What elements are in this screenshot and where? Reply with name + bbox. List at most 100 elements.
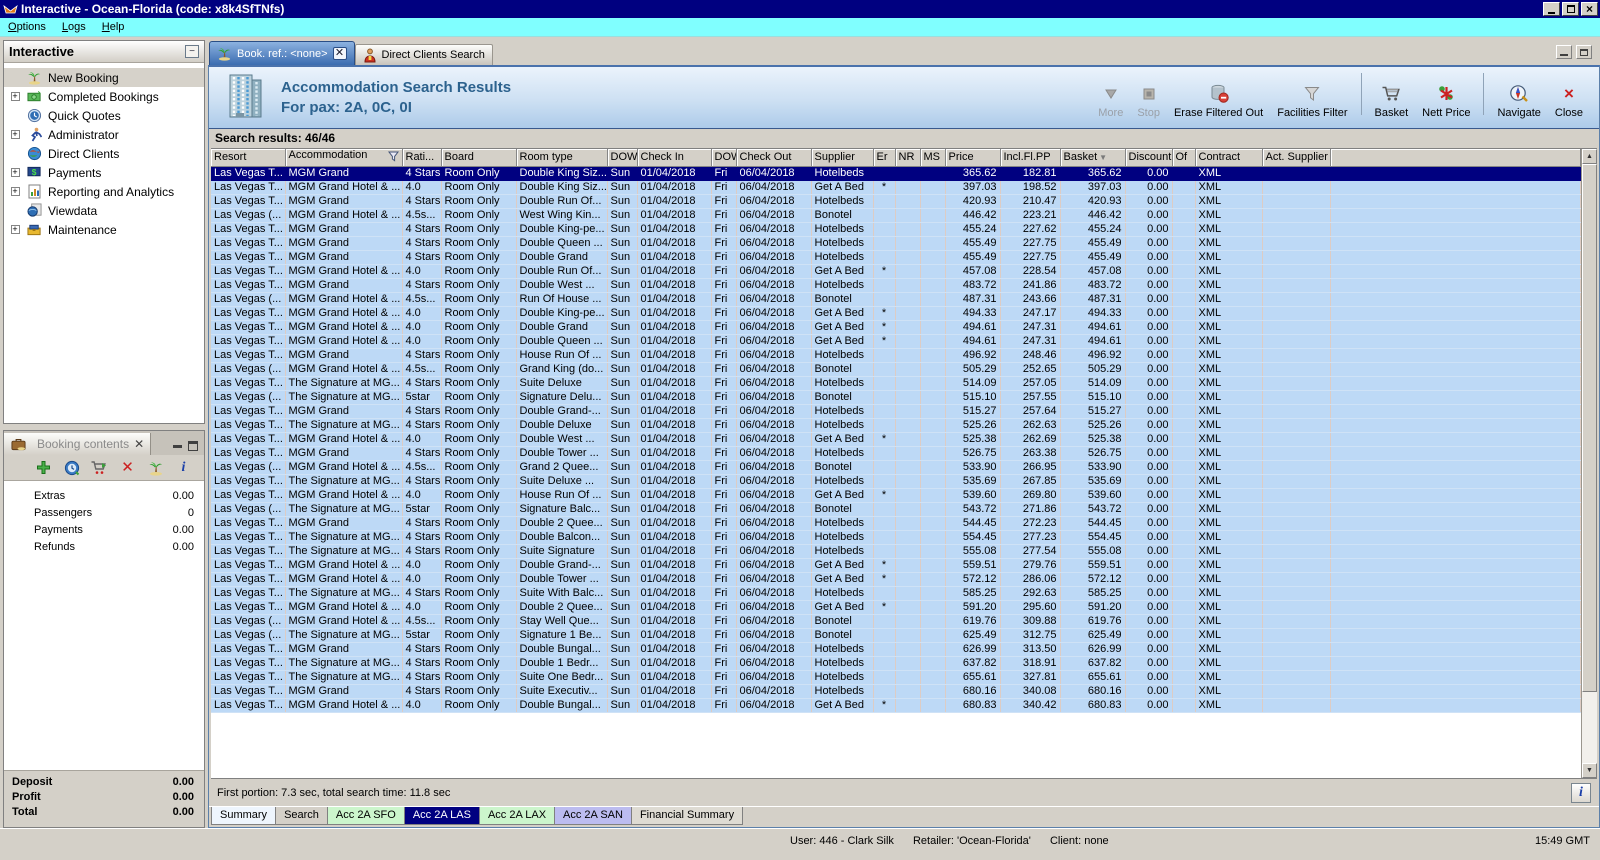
table-row[interactable]: Las Vegas T...MGM Grand Hotel & ...4.0Ro… — [211, 180, 1581, 194]
minimize-button[interactable] — [1543, 2, 1560, 16]
scrollbar-thumb[interactable] — [1582, 164, 1597, 692]
column-header-act-supplier[interactable]: Act. Supplier — [1262, 149, 1330, 166]
table-row[interactable]: Las Vegas T...MGM Grand4 StarsRoom OnlyD… — [211, 250, 1581, 264]
panel-maximize-icon[interactable] — [188, 441, 198, 451]
table-row[interactable]: Las Vegas T...MGM Grand Hotel & ...4.0Ro… — [211, 600, 1581, 614]
column-header-rati-[interactable]: Rati... — [402, 149, 441, 166]
close-button[interactable]: × — [1581, 2, 1598, 16]
table-row[interactable]: Las Vegas T...MGM Grand Hotel & ...4.0Ro… — [211, 320, 1581, 334]
column-header-nr[interactable]: NR — [895, 149, 920, 166]
maximize-button[interactable] — [1562, 2, 1579, 16]
menu-help[interactable]: Help — [94, 19, 133, 35]
doc-tab-active[interactable]: Book. ref.: <none>✕ — [209, 41, 355, 65]
table-row[interactable]: Las Vegas (...The Signature at MG...5sta… — [211, 502, 1581, 516]
basket-button[interactable]: Basket — [1369, 73, 1415, 119]
expand-icon[interactable]: + — [11, 92, 20, 101]
table-row[interactable]: Las Vegas T...MGM Grand4 StarsRoom OnlyD… — [211, 516, 1581, 530]
table-row[interactable]: Las Vegas T...The Signature at MG...4 St… — [211, 418, 1581, 432]
column-header-supplier[interactable]: Supplier — [811, 149, 873, 166]
sidebar-item-completed-bookings[interactable]: +Completed Bookings — [4, 87, 204, 106]
table-row[interactable]: Las Vegas T...MGM Grand4 StarsRoom OnlyD… — [211, 236, 1581, 250]
column-header-accommodation[interactable]: Accommodation — [285, 149, 402, 166]
delete-button[interactable]: ✕ — [119, 459, 136, 476]
table-row[interactable]: Las Vegas T...The Signature at MG...4 St… — [211, 656, 1581, 670]
column-header-check-out[interactable]: Check Out — [736, 149, 811, 166]
column-header-ms[interactable]: MS — [920, 149, 945, 166]
booking-contents-close-icon[interactable]: ✕ — [134, 437, 144, 451]
bottom-tab-financial-summary[interactable]: Financial Summary — [631, 807, 743, 825]
table-row[interactable]: Las Vegas (...The Signature at MG...5sta… — [211, 628, 1581, 642]
booking-contents-tab[interactable]: Booking contents ✕ — [4, 433, 151, 455]
table-row[interactable]: Las Vegas (...MGM Grand Hotel & ...4.5s.… — [211, 614, 1581, 628]
bottom-tab-search[interactable]: Search — [275, 807, 328, 825]
add-button[interactable] — [35, 459, 52, 476]
expand-icon[interactable]: + — [11, 187, 20, 196]
collapse-panel-button[interactable]: − — [185, 45, 199, 58]
bottom-tab-acc-2a-sfo[interactable]: Acc 2A SFO — [327, 807, 405, 825]
table-row[interactable]: Las Vegas T...MGM Grand4 StarsRoom OnlyD… — [211, 642, 1581, 656]
column-header-dow[interactable]: DOW — [711, 149, 736, 166]
tab-close-icon[interactable]: ✕ — [333, 47, 347, 60]
column-header-price[interactable]: Price — [945, 149, 1000, 166]
vertical-scrollbar[interactable]: ▲ ▼ — [1581, 149, 1597, 778]
table-row[interactable]: Las Vegas T...The Signature at MG...4 St… — [211, 530, 1581, 544]
holiday-button[interactable] — [147, 459, 164, 476]
transfer-basket-button[interactable] — [91, 459, 108, 476]
expand-icon[interactable]: + — [11, 168, 20, 177]
quote-button[interactable] — [63, 459, 80, 476]
info-button[interactable]: i — [1571, 783, 1591, 803]
doc-tab-inactive[interactable]: Direct Clients Search — [355, 44, 493, 65]
facilities-filter-button[interactable]: Facilities Filter — [1271, 73, 1353, 119]
column-header-discount[interactable]: Discount — [1125, 149, 1172, 166]
scroll-up-button[interactable]: ▲ — [1582, 149, 1597, 164]
table-row[interactable]: Las Vegas T...MGM Grand Hotel & ...4.0Ro… — [211, 488, 1581, 502]
bottom-tab-acc-2a-las[interactable]: Acc 2A LAS — [404, 807, 480, 825]
table-row[interactable]: Las Vegas T...MGM Grand Hotel & ...4.0Ro… — [211, 698, 1581, 712]
bottom-tab-acc-2a-san[interactable]: Acc 2A SAN — [554, 807, 632, 825]
table-row[interactable]: Las Vegas T...MGM Grand4 StarsRoom OnlyD… — [211, 166, 1581, 180]
sidebar-item-quick-quotes[interactable]: Quick Quotes — [4, 106, 204, 125]
menu-options[interactable]: Options — [0, 19, 54, 35]
table-row[interactable]: Las Vegas T...The Signature at MG...4 St… — [211, 474, 1581, 488]
table-row[interactable]: Las Vegas T...MGM Grand Hotel & ...4.0Ro… — [211, 558, 1581, 572]
table-row[interactable]: Las Vegas (...MGM Grand Hotel & ...4.5s.… — [211, 208, 1581, 222]
column-header-incl-fl-pp[interactable]: Incl.Fl.PP — [1000, 149, 1060, 166]
table-row[interactable]: Las Vegas T...MGM Grand4 StarsRoom OnlyD… — [211, 222, 1581, 236]
sidebar-item-viewdata[interactable]: Viewdata — [4, 201, 204, 220]
table-row[interactable]: Las Vegas T...MGM Grand4 StarsRoom OnlyH… — [211, 348, 1581, 362]
column-header-basket[interactable]: Basket▼ — [1060, 149, 1125, 166]
table-row[interactable]: Las Vegas T...MGM Grand Hotel & ...4.0Ro… — [211, 264, 1581, 278]
table-row[interactable]: Las Vegas (...MGM Grand Hotel & ...4.5s.… — [211, 460, 1581, 474]
bottom-tab-acc-2a-lax[interactable]: Acc 2A LAX — [479, 807, 555, 825]
table-row[interactable]: Las Vegas T...MGM Grand Hotel & ...4.0Ro… — [211, 334, 1581, 348]
table-row[interactable]: Las Vegas T...The Signature at MG...4 St… — [211, 586, 1581, 600]
column-filter-icon[interactable] — [388, 151, 399, 165]
sidebar-item-payments[interactable]: +$Payments — [4, 163, 204, 182]
column-header-dow[interactable]: DOW — [607, 149, 637, 166]
table-row[interactable]: Las Vegas T...MGM Grand4 StarsRoom OnlyD… — [211, 194, 1581, 208]
table-row[interactable]: Las Vegas T...MGM Grand Hotel & ...4.0Ro… — [211, 306, 1581, 320]
table-row[interactable]: Las Vegas T...MGM Grand4 StarsRoom OnlyD… — [211, 278, 1581, 292]
column-header-resort[interactable]: Resort — [211, 149, 285, 166]
mdi-minimize-button[interactable] — [1556, 45, 1572, 59]
mdi-restore-button[interactable] — [1576, 45, 1592, 59]
sidebar-item-reporting-and-analytics[interactable]: +Reporting and Analytics — [4, 182, 204, 201]
erase-filtered-out-button[interactable]: Erase Filtered Out — [1168, 73, 1269, 119]
table-row[interactable]: Las Vegas T...MGM Grand4 StarsRoom OnlyD… — [211, 446, 1581, 460]
table-row[interactable]: Las Vegas (...MGM Grand Hotel & ...4.5s.… — [211, 292, 1581, 306]
table-row[interactable]: Las Vegas T...MGM Grand4 StarsRoom OnlyS… — [211, 684, 1581, 698]
table-row[interactable]: Las Vegas T...The Signature at MG...4 St… — [211, 376, 1581, 390]
sidebar-item-new-booking[interactable]: New Booking — [4, 68, 204, 87]
column-header-contract[interactable]: Contract — [1195, 149, 1262, 166]
bottom-tab-summary[interactable]: Summary — [211, 807, 276, 825]
sidebar-item-administrator[interactable]: +Administrator — [4, 125, 204, 144]
navigate-button[interactable]: Navigate — [1491, 73, 1546, 119]
nett-price-button[interactable]: Nett Price — [1416, 73, 1476, 119]
table-row[interactable]: Las Vegas T...The Signature at MG...4 St… — [211, 670, 1581, 684]
column-header-of[interactable]: Of — [1172, 149, 1195, 166]
expand-icon[interactable]: + — [11, 225, 20, 234]
close-button[interactable]: ×Close — [1549, 73, 1589, 119]
column-header-check-in[interactable]: Check In — [637, 149, 711, 166]
panel-minimize-icon[interactable] — [173, 445, 182, 448]
menu-logs[interactable]: Logs — [54, 19, 94, 35]
